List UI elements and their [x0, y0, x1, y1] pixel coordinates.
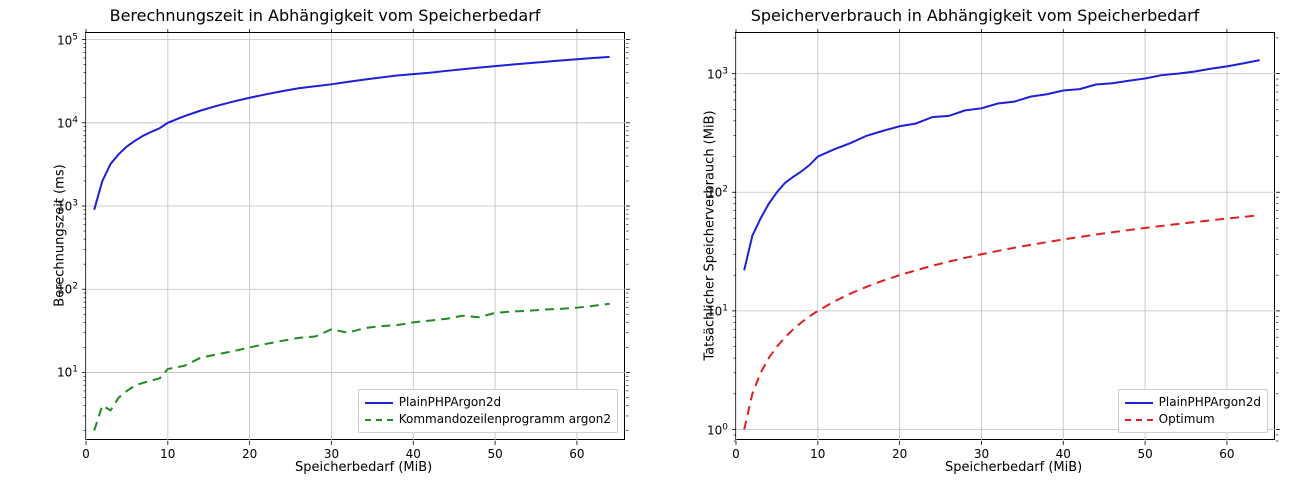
x-tick-label: 40: [406, 447, 421, 461]
x-tick-label: 0: [732, 447, 740, 461]
legend-swatch: [365, 402, 393, 404]
series-line: [744, 60, 1259, 270]
figure: Berechnungszeit in Abhängigkeit vom Spei…: [0, 0, 1300, 500]
legend-item: PlainPHPArgon2d: [365, 394, 611, 411]
chart-title: Berechnungszeit in Abhängigkeit vom Spei…: [0, 6, 650, 25]
legend-item: PlainPHPArgon2d: [1125, 394, 1261, 411]
y-tick-label: 103: [694, 66, 728, 81]
x-tick-label: 30: [324, 447, 339, 461]
plot-area: PlainPHPArgon2dKommandozeilenprogramm ar…: [85, 32, 625, 440]
y-axis-label: Berechnungszeit (ms): [53, 136, 68, 336]
x-axis-label: Speicherbedarf (MiB): [295, 460, 432, 475]
x-tick-label: 0: [82, 447, 90, 461]
x-tick-label: 40: [1056, 447, 1071, 461]
legend-label: PlainPHPArgon2d: [399, 394, 501, 411]
legend-label: Optimum: [1159, 411, 1215, 428]
chart-title: Speicherverbrauch in Abhängigkeit vom Sp…: [650, 6, 1300, 25]
x-tick-label: 10: [810, 447, 825, 461]
y-tick-label: 101: [44, 365, 78, 380]
x-axis-label: Speicherbedarf (MiB): [945, 460, 1082, 475]
legend: PlainPHPArgon2dKommandozeilenprogramm ar…: [358, 389, 618, 433]
legend-label: PlainPHPArgon2d: [1159, 394, 1261, 411]
legend-swatch: [1125, 419, 1153, 421]
legend-swatch: [1125, 402, 1153, 404]
legend-item: Optimum: [1125, 411, 1261, 428]
x-tick-label: 30: [974, 447, 989, 461]
right-panel: Speicherverbrauch in Abhängigkeit vom Sp…: [650, 0, 1300, 500]
x-tick-label: 50: [487, 447, 502, 461]
x-tick-label: 60: [1219, 447, 1234, 461]
x-tick-label: 60: [569, 447, 584, 461]
plot-area: PlainPHPArgon2dOptimum 01020304050601001…: [735, 32, 1275, 440]
x-tick-label: 20: [892, 447, 907, 461]
x-tick-label: 10: [160, 447, 175, 461]
legend-label: Kommandozeilenprogramm argon2: [399, 411, 611, 428]
y-tick-label: 104: [44, 115, 78, 130]
legend: PlainPHPArgon2dOptimum: [1118, 389, 1268, 433]
left-panel: Berechnungszeit in Abhängigkeit vom Spei…: [0, 0, 650, 500]
x-tick-label: 50: [1137, 447, 1152, 461]
series-line: [94, 57, 609, 210]
y-tick-label: 100: [694, 422, 728, 437]
legend-swatch: [365, 419, 393, 421]
legend-item: Kommandozeilenprogramm argon2: [365, 411, 611, 428]
x-tick-label: 20: [242, 447, 257, 461]
y-tick-label: 105: [44, 32, 78, 47]
y-axis-label: Tatsächlicher Speicherverbrauch (MiB): [703, 101, 718, 371]
